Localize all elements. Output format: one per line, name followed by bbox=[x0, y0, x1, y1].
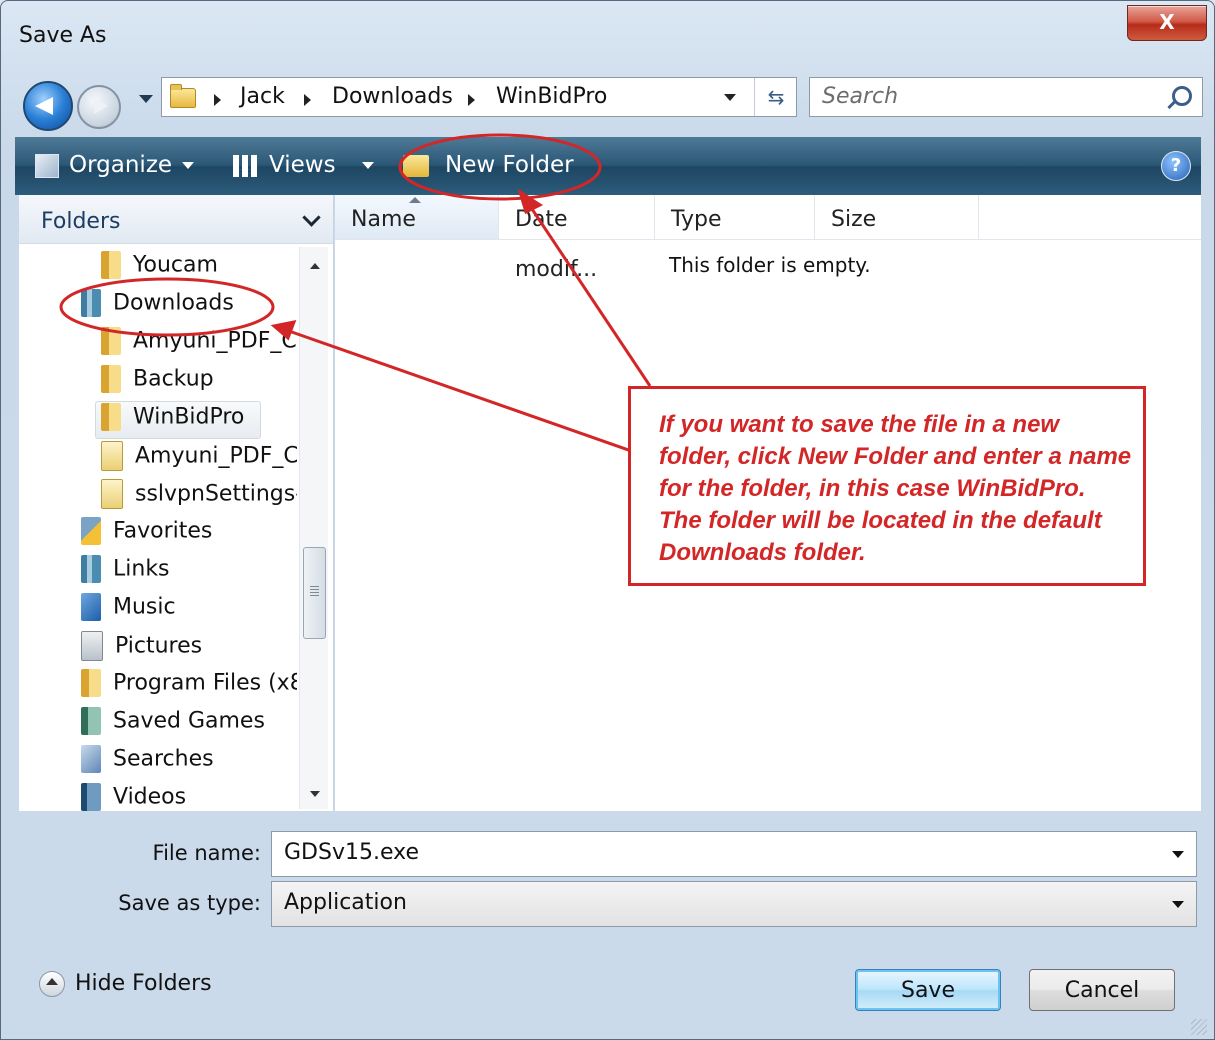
tree-item-music[interactable]: Music bbox=[81, 593, 297, 631]
title-bar: Save As X bbox=[1, 1, 1214, 73]
installer-icon bbox=[101, 441, 123, 471]
sort-ascending-icon bbox=[409, 197, 421, 203]
breadcrumb-jack[interactable]: Jack bbox=[240, 84, 285, 109]
address-dropdown-icon[interactable] bbox=[724, 94, 736, 101]
tree-item-program-files[interactable]: Program Files (x8 bbox=[81, 669, 297, 707]
tree-item-pictures[interactable]: Pictures bbox=[81, 631, 297, 669]
favorites-icon bbox=[81, 517, 101, 545]
installer-icon bbox=[101, 479, 123, 509]
chevron-down-icon[interactable] bbox=[1172, 901, 1184, 908]
saved-games-icon bbox=[81, 707, 101, 735]
new-folder-icon bbox=[403, 154, 429, 177]
scroll-down-icon[interactable] bbox=[310, 791, 320, 797]
breadcrumb-winbidpro[interactable]: WinBidPro bbox=[496, 84, 607, 109]
help-icon[interactable]: ? bbox=[1161, 151, 1191, 181]
folders-pane: Folders Youcam Downloads Amyuni_PDF_C Ba… bbox=[19, 195, 334, 811]
folder-icon bbox=[101, 403, 121, 431]
search-placeholder: Search bbox=[822, 84, 899, 109]
navigation-bar: Jack Downloads WinBidPro ⇆ Search bbox=[1, 73, 1214, 131]
close-button[interactable]: X bbox=[1127, 5, 1207, 41]
search-icon[interactable] bbox=[1172, 86, 1192, 106]
collapse-up-icon bbox=[39, 971, 65, 997]
annotation-callout: If you want to save the file in a new fo… bbox=[628, 386, 1146, 586]
new-folder-label: New Folder bbox=[445, 152, 574, 178]
column-header-row: Name Date modif... Type Size bbox=[335, 195, 1201, 282]
tree-item-youcam[interactable]: Youcam bbox=[101, 251, 297, 289]
annotation-callout-text: If you want to save the file in a new fo… bbox=[659, 411, 1132, 566]
music-icon bbox=[81, 593, 101, 621]
scrollbar-thumb[interactable] bbox=[303, 547, 326, 639]
hide-folders-button[interactable]: Hide Folders bbox=[39, 971, 212, 1001]
resize-grip[interactable] bbox=[1191, 1019, 1207, 1035]
forward-button[interactable] bbox=[77, 85, 121, 129]
folder-icon bbox=[101, 327, 121, 355]
chevron-down-icon[interactable] bbox=[302, 208, 321, 227]
column-header-type[interactable]: Type bbox=[655, 195, 815, 239]
chevron-down-icon bbox=[361, 162, 374, 169]
scroll-up-icon[interactable] bbox=[310, 263, 320, 269]
hide-folders-label: Hide Folders bbox=[75, 971, 212, 996]
new-folder-button[interactable]: New Folder bbox=[403, 137, 574, 195]
views-label: Views bbox=[269, 152, 336, 178]
tree-item-links[interactable]: Links bbox=[81, 555, 297, 593]
folder-tree-scrollbar[interactable] bbox=[299, 247, 328, 809]
tree-item-winbidpro[interactable]: WinBidPro bbox=[101, 403, 297, 441]
tree-item-videos[interactable]: Videos bbox=[81, 783, 297, 811]
grip-icon bbox=[310, 586, 319, 596]
folder-icon bbox=[81, 669, 101, 697]
save-button[interactable]: Save bbox=[855, 969, 1001, 1011]
tree-item-saved-games[interactable]: Saved Games bbox=[81, 707, 297, 745]
save-as-type-select[interactable]: Application bbox=[271, 881, 1197, 927]
breadcrumb-downloads[interactable]: Downloads bbox=[332, 84, 453, 109]
folder-icon bbox=[170, 84, 196, 108]
folders-header-label: Folders bbox=[41, 209, 121, 234]
chevron-down-icon[interactable] bbox=[1172, 851, 1184, 858]
videos-icon bbox=[81, 783, 101, 811]
tree-item-favorites[interactable]: Favorites bbox=[81, 517, 297, 555]
tree-item-amyuni-folder[interactable]: Amyuni_PDF_C bbox=[101, 327, 297, 365]
save-as-type-value: Application bbox=[284, 890, 407, 915]
views-icon bbox=[233, 154, 257, 177]
pictures-icon bbox=[81, 631, 103, 661]
links-icon bbox=[81, 555, 101, 583]
search-input[interactable]: Search bbox=[809, 77, 1203, 117]
tree-item-downloads[interactable]: Downloads bbox=[81, 289, 297, 327]
folder-icon bbox=[101, 365, 121, 393]
column-header-size[interactable]: Size bbox=[815, 195, 979, 239]
command-toolbar: Organize Views New Folder ? bbox=[15, 137, 1201, 195]
file-name-field[interactable]: GDSv15.exe bbox=[271, 831, 1197, 877]
empty-folder-message: This folder is empty. bbox=[669, 253, 871, 277]
refresh-icon: ⇆ bbox=[767, 85, 785, 109]
tree-item-sslvpnsettings[interactable]: sslvpnSettings- bbox=[101, 479, 297, 517]
organize-button[interactable]: Organize bbox=[35, 137, 195, 195]
address-bar[interactable]: Jack Downloads WinBidPro ⇆ bbox=[161, 77, 797, 117]
file-name-label: File name: bbox=[152, 841, 261, 865]
window-title: Save As bbox=[19, 23, 107, 48]
recent-pages-dropdown-icon[interactable] bbox=[139, 95, 153, 103]
tree-item-searches[interactable]: Searches bbox=[81, 745, 297, 783]
cancel-button[interactable]: Cancel bbox=[1029, 969, 1175, 1011]
searches-icon bbox=[81, 745, 101, 773]
organize-icon bbox=[35, 153, 59, 178]
tree-item-amyuni-installer[interactable]: Amyuni_PDF_C bbox=[101, 441, 297, 479]
file-name-value: GDSv15.exe bbox=[284, 840, 419, 865]
breadcrumb-arrow-icon[interactable] bbox=[304, 94, 311, 106]
refresh-button[interactable]: ⇆ bbox=[754, 78, 797, 116]
views-button[interactable]: Views bbox=[233, 137, 374, 195]
chevron-down-icon bbox=[182, 162, 195, 169]
save-as-type-label: Save as type: bbox=[118, 891, 261, 915]
save-form: File name: GDSv15.exe Save as type: Appl… bbox=[15, 813, 1201, 1033]
back-button[interactable] bbox=[23, 81, 73, 131]
library-icon bbox=[81, 289, 101, 317]
tree-item-backup[interactable]: Backup bbox=[101, 365, 297, 403]
column-header-name[interactable]: Name bbox=[335, 195, 499, 239]
column-header-date-modified[interactable]: Date modif... bbox=[499, 195, 655, 282]
breadcrumb-arrow-icon[interactable] bbox=[468, 94, 475, 106]
breadcrumb-arrow-icon[interactable] bbox=[214, 94, 221, 106]
folders-header[interactable]: Folders bbox=[19, 195, 333, 244]
organize-label: Organize bbox=[69, 152, 173, 178]
folder-icon bbox=[101, 251, 121, 279]
